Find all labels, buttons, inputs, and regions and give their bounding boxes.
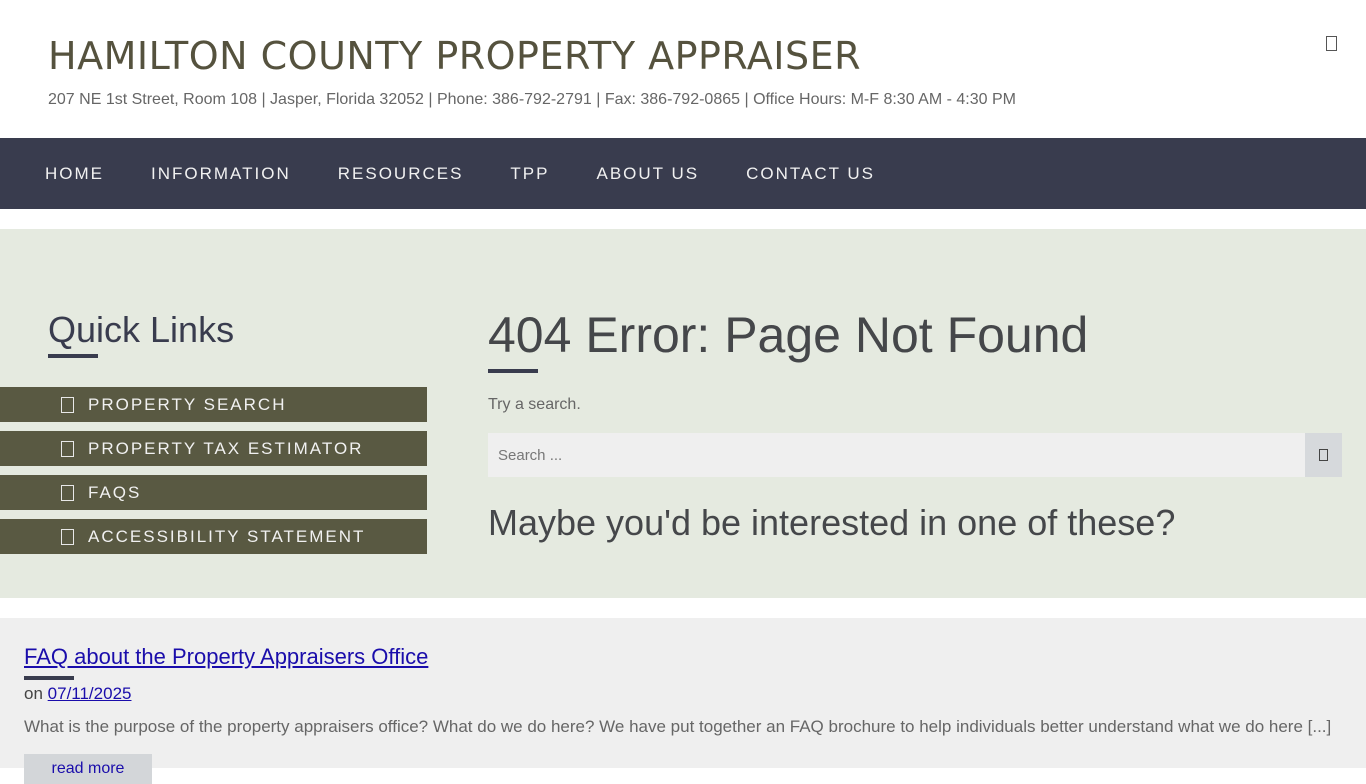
- main-nav: HOME INFORMATION RESOURCES TPP ABOUT US …: [0, 138, 1366, 209]
- quick-link-faqs[interactable]: FAQS: [0, 475, 427, 510]
- quick-link-property-tax-estimator[interactable]: PROPERTY TAX ESTIMATOR: [0, 431, 427, 466]
- error-title: 404 Error: Page Not Found: [488, 307, 1089, 363]
- post-title-underline: [24, 676, 74, 680]
- error-title-underline: [488, 369, 538, 373]
- nav-item-home[interactable]: HOME: [45, 164, 104, 184]
- quick-links-underline: [48, 354, 98, 358]
- quick-link-property-search[interactable]: PROPERTY SEARCH: [0, 387, 427, 422]
- quick-link-label: PROPERTY SEARCH: [88, 395, 287, 414]
- external-link-icon: [61, 397, 74, 413]
- search-form: [488, 433, 1342, 477]
- post-date-prefix: on: [24, 684, 43, 703]
- nav-item-information[interactable]: INFORMATION: [151, 164, 291, 184]
- quick-link-label: PROPERTY TAX ESTIMATOR: [88, 439, 364, 458]
- post-date-link[interactable]: 07/11/2025: [48, 684, 132, 703]
- nav-item-contact-us[interactable]: CONTACT US: [746, 164, 875, 184]
- quick-links-list: PROPERTY SEARCH PROPERTY TAX ESTIMATOR F…: [0, 387, 427, 563]
- post-meta: on 07/11/2025: [24, 684, 131, 704]
- try-search-text: Try a search.: [488, 396, 581, 413]
- quick-link-label: FAQS: [88, 483, 142, 502]
- external-link-icon: [61, 441, 74, 457]
- search-input[interactable]: [488, 433, 1305, 477]
- site-contact-info: 207 NE 1st Street, Room 108 | Jasper, Fl…: [48, 91, 1016, 108]
- external-link-icon: [61, 529, 74, 545]
- menu-toggle-icon[interactable]: [1326, 36, 1337, 51]
- post-list: FAQ about the Property Appraisers Office…: [0, 618, 1366, 784]
- search-button[interactable]: [1305, 433, 1342, 477]
- post-title-link[interactable]: FAQ about the Property Appraisers Office: [24, 644, 428, 670]
- nav-item-about-us[interactable]: ABOUT US: [596, 164, 699, 184]
- quick-links-title: Quick Links: [48, 309, 235, 350]
- quick-link-label: ACCESSIBILITY STATEMENT: [88, 527, 366, 546]
- nav-item-resources[interactable]: RESOURCES: [338, 164, 464, 184]
- external-link-icon: [61, 485, 74, 501]
- site-header: HAMILTON COUNTY PROPERTY APPRAISER 207 N…: [0, 0, 1366, 138]
- nav-item-tpp[interactable]: TPP: [510, 164, 549, 184]
- main-content: Quick Links PROPERTY SEARCH PROPERTY TAX…: [0, 229, 1366, 598]
- site-title[interactable]: HAMILTON COUNTY PROPERTY APPRAISER: [48, 34, 861, 78]
- post-excerpt: What is the purpose of the property appr…: [24, 717, 1332, 736]
- suggestions-title: Maybe you'd be interested in one of thes…: [488, 502, 1176, 543]
- quick-link-accessibility-statement[interactable]: ACCESSIBILITY STATEMENT: [0, 519, 427, 554]
- read-more-button[interactable]: read more: [24, 754, 152, 784]
- search-icon: [1319, 449, 1328, 461]
